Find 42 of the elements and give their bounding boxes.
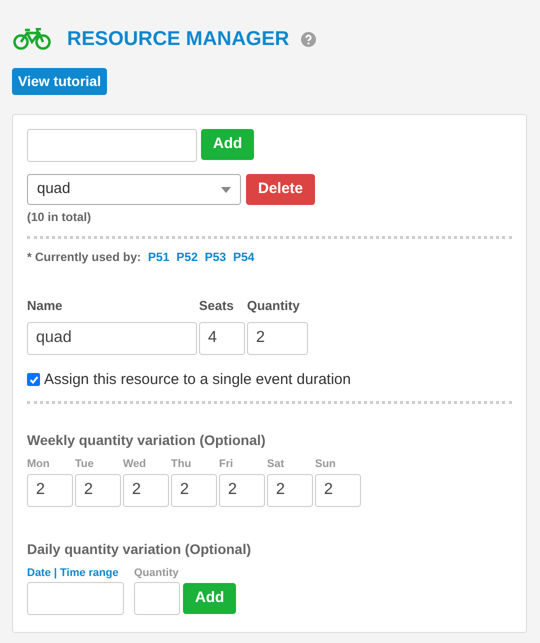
day-quantity-field[interactable]: 2 — [219, 474, 265, 506]
field-label: Name — [27, 297, 64, 315]
daily-quantity-field[interactable] — [134, 582, 180, 615]
project-link[interactable]: P54 — [233, 248, 254, 266]
date-range-label: Date | Time range — [27, 566, 120, 580]
single-event-label: Assign this resource to a single event duration — [44, 370, 351, 390]
day-label: Tue — [75, 457, 95, 472]
day-quantity-field[interactable]: 2 — [315, 474, 361, 506]
day-label: Sat — [267, 457, 286, 472]
weekly-title: Weekly quantity variation (Optional) — [27, 431, 267, 450]
help-icon[interactable] — [301, 32, 316, 46]
resource-select[interactable]: quad — [27, 174, 241, 205]
field-label: Seats — [199, 297, 235, 315]
day-label: Sun — [315, 457, 337, 472]
view-tutorial-button[interactable]: View tutorial — [12, 68, 107, 95]
daily-title: Daily quantity variation (Optional) — [27, 540, 252, 559]
project-link[interactable]: P52 — [176, 248, 198, 266]
delete-button[interactable]: Delete — [246, 174, 316, 205]
page-title: RESOURCE MANAGER — [67, 27, 290, 52]
project-link[interactable]: P51 — [148, 248, 170, 266]
day-quantity-field[interactable]: 2 — [171, 474, 217, 506]
field-input[interactable]: quad — [27, 322, 197, 354]
day-label: Fri — [219, 457, 234, 472]
field-input[interactable]: 4 — [199, 322, 245, 354]
day-quantity-field[interactable]: 2 — [267, 474, 313, 506]
field-label: Quantity — [247, 297, 301, 315]
used-by-label: * Currently used by: — [27, 249, 142, 266]
bicycle-icon — [13, 28, 51, 50]
day-quantity-field[interactable]: 2 — [75, 474, 121, 506]
new-resource-field[interactable] — [27, 129, 197, 162]
day-quantity-field[interactable]: 2 — [123, 474, 169, 506]
single-event-checkbox[interactable] — [27, 373, 40, 386]
day-label: Mon — [27, 457, 51, 472]
project-link[interactable]: P53 — [204, 248, 226, 266]
day-quantity-field[interactable]: 2 — [27, 474, 73, 506]
quantity-label: Quantity — [134, 566, 180, 580]
date-range-field[interactable] — [27, 582, 124, 615]
day-label: Thu — [171, 457, 192, 472]
day-label: Wed — [123, 457, 148, 472]
total-count: (10 in total) — [27, 209, 92, 226]
field-input[interactable]: 2 — [247, 322, 308, 354]
dropdown-caret-icon — [221, 186, 231, 192]
